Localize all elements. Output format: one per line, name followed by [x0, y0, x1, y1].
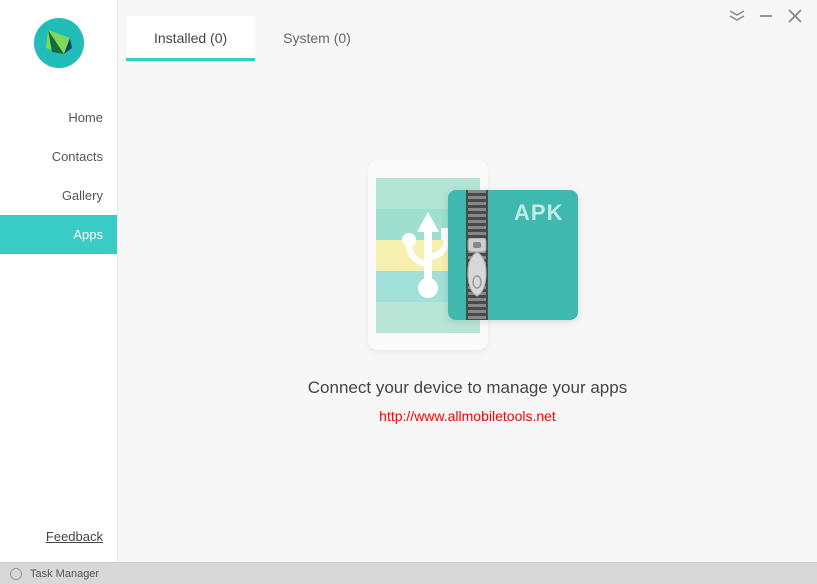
sidebar-item-gallery[interactable]: Gallery: [0, 176, 117, 215]
feedback-link[interactable]: Feedback: [0, 519, 117, 562]
app-logo-icon: [34, 18, 84, 68]
sidebar-item-label: Contacts: [52, 149, 103, 164]
sidebar-item-label: Home: [68, 110, 103, 125]
sidebar-item-label: Gallery: [62, 188, 103, 203]
sidebar-spacer: [0, 254, 117, 519]
menu-dropdown-icon[interactable]: [729, 10, 745, 22]
apk-card-icon: APK: [448, 190, 578, 320]
sidebar-item-label: Apps: [73, 227, 103, 242]
watermark-link: http://www.allmobiletools.net: [379, 408, 556, 424]
empty-state-message: Connect your device to manage your apps: [308, 378, 627, 398]
window-controls: [729, 8, 803, 24]
app-window: Home Contacts Gallery Apps Feedback: [0, 0, 817, 584]
tab-bar: Installed (0) System (0): [118, 0, 817, 61]
feedback-label: Feedback: [46, 529, 103, 544]
zipper-pull-icon: [462, 238, 492, 298]
sidebar-item-contacts[interactable]: Contacts: [0, 137, 117, 176]
tab-installed[interactable]: Installed (0): [126, 16, 255, 61]
close-icon[interactable]: [787, 8, 803, 24]
tab-label: Installed (0): [154, 30, 227, 46]
empty-state: APK Connect your devic: [118, 61, 817, 562]
apk-label: APK: [514, 200, 563, 226]
tab-system[interactable]: System (0): [255, 16, 379, 61]
sidebar-item-home[interactable]: Home: [0, 98, 117, 137]
main-area: Home Contacts Gallery Apps Feedback: [0, 0, 817, 562]
sidebar: Home Contacts Gallery Apps Feedback: [0, 0, 118, 562]
sidebar-item-apps[interactable]: Apps: [0, 215, 117, 254]
content-area: Installed (0) System (0): [118, 0, 817, 562]
connect-device-illustration: APK: [358, 160, 578, 350]
task-manager-icon: [10, 568, 22, 580]
status-bar: Task Manager: [0, 562, 817, 584]
minimize-icon[interactable]: [759, 9, 773, 23]
task-manager-button[interactable]: Task Manager: [30, 568, 99, 580]
tab-label: System (0): [283, 30, 351, 46]
